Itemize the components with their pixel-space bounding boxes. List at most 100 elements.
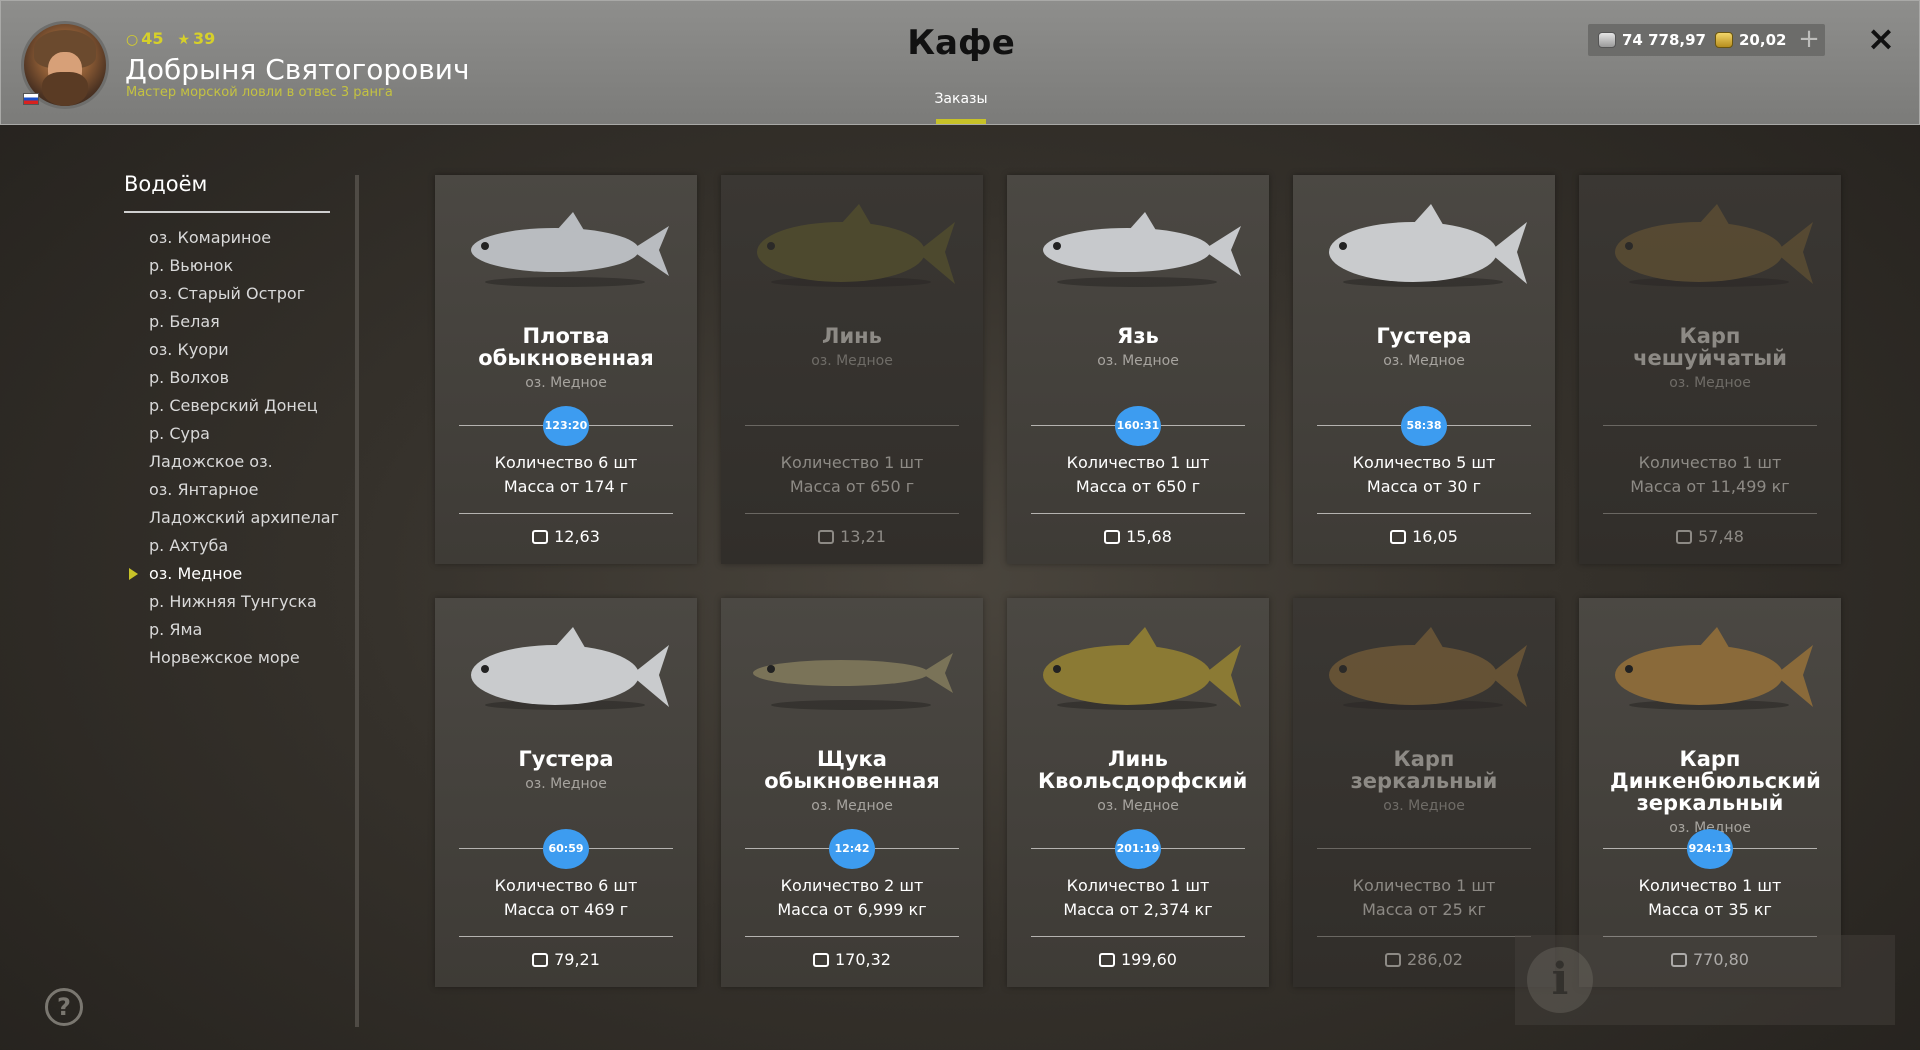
order-quantity: Количество 1 шт xyxy=(1066,453,1210,472)
order-card[interactable]: Язь оз. Медное 160:31 Количество 1 шт Масса … xyxy=(1007,175,1269,564)
order-card[interactable]: Карп зеркальный оз. Медное Количество 1 шт… xyxy=(1293,598,1555,987)
order-mass: Масса от 35 кг xyxy=(1648,900,1772,919)
silver-coin-icon xyxy=(1099,952,1115,967)
order-card[interactable]: Густера оз. Медное 58:38 Количество 5 шт Мас… xyxy=(1293,175,1555,564)
order-requirements: Количество 1 шт Масса от 650 г xyxy=(1015,451,1261,499)
order-requirements: Количество 6 шт Масса от 174 г xyxy=(443,451,689,499)
order-card[interactable]: Линь Квольсдорфский оз. Медное 201:19 Колич… xyxy=(1007,598,1269,987)
waterbody-list: оз. Комариное р. Вьюнок оз. Старый Острог р… xyxy=(124,226,339,674)
fish-location: оз. Медное xyxy=(525,776,607,792)
order-card[interactable]: Карп Динкенбюльский зеркальный оз. Медное… xyxy=(1579,598,1841,987)
card-divider xyxy=(1317,848,1531,849)
fish-image xyxy=(1027,200,1249,290)
order-quantity: Количество 1 шт xyxy=(1638,453,1782,472)
card-divider xyxy=(459,936,673,937)
sidebar-item[interactable]: р. Нижняя Тунгуска xyxy=(124,590,339,618)
order-reward: 199,60 xyxy=(1015,950,1261,969)
sidebar-item[interactable]: оз. Медное xyxy=(124,562,339,590)
fish-location: оз. Медное xyxy=(1097,353,1179,369)
order-requirements: Количество 1 шт Масса от 650 г xyxy=(729,451,975,499)
order-reward: 286,02 xyxy=(1301,950,1547,969)
reward-amount: 16,05 xyxy=(1412,527,1458,546)
fish-name-text: Карп Динкенбюльский зеркальный xyxy=(1610,747,1821,815)
sidebar-item[interactable]: р. Ахтуба xyxy=(124,534,339,562)
silver-coin-icon xyxy=(1385,952,1401,967)
silver-coin-icon xyxy=(813,952,829,967)
sidebar-item[interactable]: оз. Куори xyxy=(124,338,339,366)
fish-name: Густера оз. Медное xyxy=(443,748,689,795)
fish-name-text: Линь xyxy=(822,324,882,348)
order-card[interactable]: Линь оз. Медное Количество 1 шт Масса от 65… xyxy=(721,175,983,564)
order-reward: 57,48 xyxy=(1587,527,1833,546)
gold-amount: 20,02 xyxy=(1739,31,1787,49)
fish-name-text: Карп зеркальный xyxy=(1350,747,1498,793)
sidebar-item[interactable]: Ладожский архипелаг xyxy=(124,506,339,534)
tab-orders[interactable]: Заказы xyxy=(931,91,991,107)
order-reward: 170,32 xyxy=(729,950,975,969)
order-card[interactable]: Щука обыкновенная оз. Медное 12:42 Количест… xyxy=(721,598,983,987)
sidebar-item[interactable]: р. Сура xyxy=(124,422,339,450)
order-requirements: Количество 1 шт Масса от 25 кг xyxy=(1301,874,1547,922)
order-requirements: Количество 5 шт Масса от 30 г xyxy=(1301,451,1547,499)
fish-name: Линь Квольсдорфский оз. Медное xyxy=(1015,748,1261,817)
order-card[interactable]: Плотва обыкновенная оз. Медное 123:20 Колич… xyxy=(435,175,697,564)
sidebar-item[interactable]: оз. Старый Острог xyxy=(124,282,339,310)
fish-name: Линь оз. Медное xyxy=(729,325,975,372)
order-requirements: Количество 1 шт Масса от 2,374 кг xyxy=(1015,874,1261,922)
order-quantity: Количество 1 шт xyxy=(1352,876,1496,895)
add-currency-button[interactable]: + xyxy=(1793,24,1825,56)
close-icon[interactable]: × xyxy=(1863,21,1899,57)
help-icon[interactable]: ? xyxy=(45,988,83,1026)
sidebar-item[interactable]: р. Вьюнок xyxy=(124,254,339,282)
order-requirements: Количество 2 шт Масса от 6,999 кг xyxy=(729,874,975,922)
player-rank: Мастер морской ловли в отвес 3 ранга xyxy=(126,85,393,100)
reward-amount: 13,21 xyxy=(840,527,886,546)
fish-name-text: Щука обыкновенная xyxy=(764,747,940,793)
order-reward: 79,21 xyxy=(443,950,689,969)
order-mass: Масса от 650 г xyxy=(789,477,915,496)
order-quantity: Количество 1 шт xyxy=(1066,876,1210,895)
card-divider xyxy=(459,513,673,514)
order-mass: Масса от 174 г xyxy=(503,477,629,496)
reward-amount: 170,32 xyxy=(835,950,891,969)
fish-image xyxy=(741,200,963,290)
fish-name: Густера оз. Медное xyxy=(1301,325,1547,372)
order-quantity: Количество 6 шт xyxy=(494,876,638,895)
fish-image xyxy=(1599,200,1821,290)
sidebar-item[interactable]: р. Белая xyxy=(124,310,339,338)
order-mass: Масса от 469 г xyxy=(503,900,629,919)
order-requirements: Количество 1 шт Масса от 11,499 кг xyxy=(1587,451,1833,499)
order-requirements: Количество 6 шт Масса от 469 г xyxy=(443,874,689,922)
order-timer: 123:20 xyxy=(543,406,589,446)
fish-location: оз. Медное xyxy=(1669,375,1751,391)
sidebar-item[interactable]: оз. Комариное xyxy=(124,226,339,254)
order-timer: 160:31 xyxy=(1115,406,1161,446)
fish-name-text: Линь Квольсдорфский xyxy=(1038,747,1248,793)
order-reward: 15,68 xyxy=(1015,527,1261,546)
russian-flag-icon xyxy=(23,93,39,105)
silver-balance: 74 778,97 xyxy=(1588,24,1716,56)
order-card[interactable]: Густера оз. Медное 60:59 Количество 6 шт Мас… xyxy=(435,598,697,987)
sidebar-item[interactable]: Ладожское оз. xyxy=(124,450,339,478)
sidebar-item[interactable]: оз. Янтарное xyxy=(124,478,339,506)
fish-name: Карп чешуйчатый оз. Медное xyxy=(1587,325,1833,394)
sidebar-item[interactable]: Норвежское море xyxy=(124,646,339,674)
silver-coin-icon xyxy=(1104,529,1121,544)
reward-amount: 15,68 xyxy=(1126,527,1172,546)
fish-name-text: Густера xyxy=(518,747,614,771)
reward-amount: 57,48 xyxy=(1698,527,1744,546)
fish-location: оз. Медное xyxy=(1383,798,1465,814)
fish-name-text: Карп чешуйчатый xyxy=(1633,324,1787,370)
sidebar-item[interactable]: р. Волхов xyxy=(124,366,339,394)
sidebar-item[interactable]: р. Северский Донец xyxy=(124,394,339,422)
order-card[interactable]: Карп чешуйчатый оз. Медное Количество 1 шт… xyxy=(1579,175,1841,564)
silver-coin-icon xyxy=(532,529,549,544)
sidebar-item[interactable]: р. Яма xyxy=(124,618,339,646)
info-notification: i xyxy=(1515,935,1895,1025)
fish-location: оз. Медное xyxy=(1097,798,1179,814)
fish-image xyxy=(1599,623,1821,713)
order-reward: 13,21 xyxy=(729,527,975,546)
card-divider xyxy=(745,513,959,514)
card-divider xyxy=(1317,936,1531,937)
top-bar: ○ 45 ★ 39 Добрыня Святогорович Мастер морс… xyxy=(0,0,1920,125)
